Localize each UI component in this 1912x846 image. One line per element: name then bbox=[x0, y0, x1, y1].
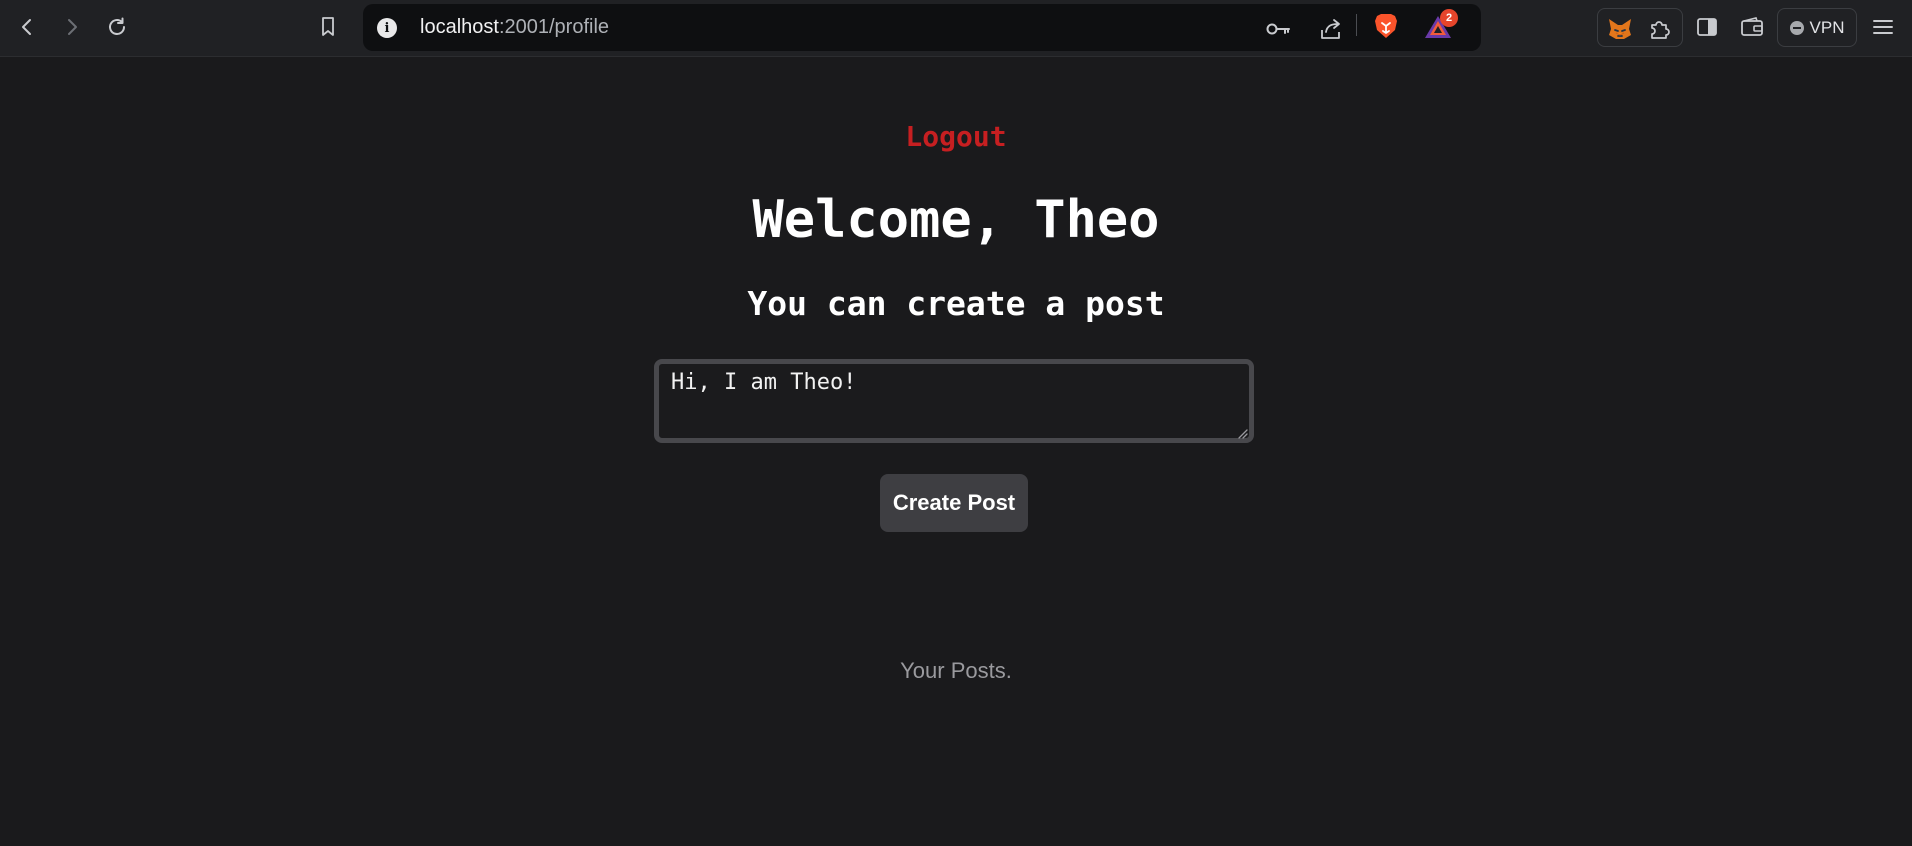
key-icon[interactable] bbox=[1266, 16, 1292, 42]
url-host: localhost bbox=[420, 16, 499, 38]
extensions-group bbox=[1597, 8, 1683, 47]
metamask-fox-icon[interactable] bbox=[1606, 15, 1634, 43]
vpn-status-icon bbox=[1789, 20, 1804, 35]
rewards-badge: 2 bbox=[1440, 9, 1458, 27]
your-posts-label: Your Posts. bbox=[900, 658, 1012, 683]
vpn-label: VPN bbox=[1809, 17, 1845, 37]
address-bar-separator bbox=[1356, 14, 1357, 36]
reload-icon[interactable] bbox=[100, 10, 134, 44]
url-path: :2001/profile bbox=[498, 16, 610, 38]
back-icon[interactable] bbox=[10, 10, 44, 44]
logout-link[interactable]: Logout bbox=[0, 120, 1912, 153]
page-title: Welcome, Theo bbox=[752, 190, 1160, 250]
vpn-button[interactable]: VPN bbox=[1777, 8, 1857, 47]
url-text[interactable]: localhost:2001/profile bbox=[420, 16, 609, 40]
forward-icon[interactable] bbox=[55, 10, 89, 44]
post-textarea[interactable]: Hi, I am Theo! bbox=[654, 359, 1254, 443]
create-post-button[interactable]: Create Post bbox=[880, 474, 1028, 532]
brave-shields-icon[interactable] bbox=[1373, 12, 1399, 40]
address-bar[interactable]: i localhost:2001/profile bbox=[363, 4, 1481, 51]
site-info-icon[interactable]: i bbox=[377, 18, 397, 38]
share-icon[interactable] bbox=[1318, 16, 1344, 42]
create-post-heading: You can create a post bbox=[747, 284, 1165, 323]
browser-toolbar: i localhost:2001/profile 2 VPN bbox=[0, 0, 1912, 57]
wallet-icon[interactable] bbox=[1735, 10, 1769, 44]
sidebar-toggle-icon[interactable] bbox=[1690, 10, 1724, 44]
extensions-puzzle-icon[interactable] bbox=[1646, 15, 1674, 43]
menu-icon[interactable] bbox=[1866, 10, 1900, 44]
resize-grip-icon[interactable] bbox=[1236, 424, 1248, 439]
bookmark-icon[interactable] bbox=[311, 10, 345, 44]
profile-page: Logout Welcome, Theo You can create a po… bbox=[0, 58, 1912, 846]
